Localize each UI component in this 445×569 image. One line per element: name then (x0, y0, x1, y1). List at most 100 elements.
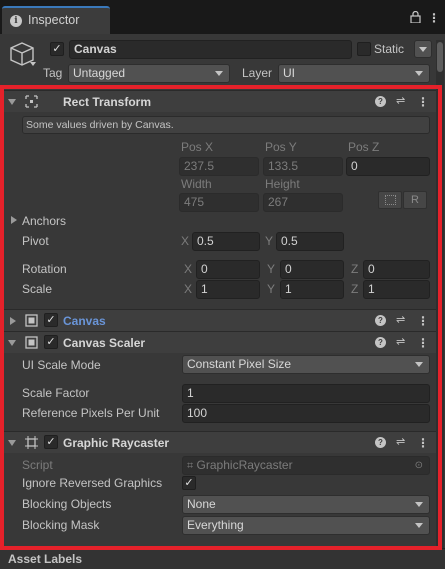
scrollbar-track[interactable] (436, 40, 444, 548)
rect-transform-title: Rect Transform (63, 95, 152, 109)
canvas-enabled-checkbox[interactable]: ✓ (44, 313, 58, 327)
layer-dropdown[interactable]: UI (278, 64, 430, 83)
blocking-mask-dropdown[interactable]: Everything (182, 516, 430, 535)
component-menu-icon[interactable]: ⋮ (417, 315, 429, 327)
scale-y-field[interactable]: 1 (280, 280, 344, 299)
ignore-reversed-label: Ignore Reversed Graphics (22, 476, 163, 490)
pos-z-field[interactable]: 0 (346, 157, 430, 176)
canvas-scaler-header[interactable]: ✓ Canvas Scaler ? ⇌ ⋮ (3, 331, 436, 353)
tag-label: Tag (43, 66, 63, 80)
component-menu-icon[interactable]: ⋮ (417, 437, 429, 449)
tag-dropdown[interactable]: Untagged (68, 64, 230, 83)
pivot-y-label: Y (265, 234, 274, 248)
scale-z-field[interactable]: 1 (363, 280, 430, 299)
ui-scale-mode-dropdown[interactable]: Constant Pixel Size (182, 355, 430, 374)
layer-label: Layer (242, 66, 273, 80)
presets-icon[interactable]: ⇌ (396, 94, 405, 107)
gameobject-name-input[interactable]: Canvas (69, 40, 352, 59)
info-icon: i (10, 15, 22, 27)
blueprint-icon (385, 195, 396, 205)
canvas-component-icon (25, 314, 38, 327)
blocking-objects-dropdown[interactable]: None (182, 495, 430, 514)
blueprint-mode-button[interactable] (378, 191, 402, 209)
blocking-mask-value: Everything (187, 518, 244, 532)
anchors-label[interactable]: Anchors (22, 214, 66, 228)
info-message-box: Some values driven by Canvas. (22, 116, 430, 134)
scrollbar-thumb[interactable] (437, 42, 443, 72)
component-menu-icon[interactable]: ⋮ (417, 96, 429, 108)
scale-factor-field[interactable]: 1 (182, 384, 430, 403)
script-value: GraphicRaycaster (196, 458, 293, 472)
pos-y-field: 133.5 (263, 157, 343, 176)
foldout-arrow-icon[interactable] (8, 440, 16, 446)
rect-transform-icon (25, 95, 38, 108)
ref-ppu-field[interactable]: 100 (182, 404, 430, 423)
blocking-mask-label: Blocking Mask (22, 518, 100, 532)
window-menu-icon[interactable]: ⋮ (428, 12, 440, 24)
static-label: Static (374, 42, 405, 56)
raw-edit-button[interactable]: R (403, 191, 427, 209)
scale-z-label: Z (351, 282, 359, 296)
blocking-objects-value: None (187, 497, 216, 511)
static-checkbox[interactable] (357, 42, 371, 56)
width-field: 475 (179, 193, 259, 212)
rotation-x-field[interactable]: 0 (196, 260, 260, 279)
tab-title: Inspector (28, 13, 80, 27)
rotation-z-label: Z (351, 262, 359, 276)
object-picker-icon: ⊙ (414, 460, 423, 471)
scale-x-label: X (184, 282, 193, 296)
graphic-raycaster-header[interactable]: ✓ Graphic Raycaster ? ⇌ ⋮ (3, 431, 436, 453)
help-icon[interactable]: ? (375, 96, 386, 107)
graphic-raycaster-enabled-checkbox[interactable]: ✓ (44, 435, 58, 449)
asset-labels-title: Asset Labels (8, 552, 83, 566)
pivot-x-field[interactable]: 0.5 (192, 232, 260, 251)
pivot-label: Pivot (22, 234, 49, 248)
ignore-reversed-checkbox[interactable]: ✓ (182, 476, 196, 490)
canvas-title: Canvas (63, 314, 106, 328)
pivot-y-field[interactable]: 0.5 (276, 232, 344, 251)
script-file-icon: ⌗ (187, 460, 194, 472)
lock-icon[interactable] (410, 11, 421, 23)
help-icon[interactable]: ? (375, 337, 386, 348)
info-message: Some values driven by Canvas. (26, 119, 174, 131)
pivot-x-label: X (181, 234, 190, 248)
graphic-raycaster-icon (25, 436, 38, 449)
script-label: Script (22, 458, 53, 472)
rotation-y-field[interactable]: 0 (280, 260, 344, 279)
canvas-scaler-enabled-checkbox[interactable]: ✓ (44, 335, 58, 349)
pos-z-label: Pos Z (348, 140, 380, 154)
height-label: Height (265, 177, 300, 191)
tag-value: Untagged (73, 66, 126, 80)
rotation-z-field[interactable]: 0 (363, 260, 430, 279)
foldout-arrow-icon[interactable] (10, 317, 16, 325)
tab-inspector[interactable]: i Inspector (2, 6, 110, 34)
anchors-foldout-icon[interactable] (11, 216, 17, 224)
component-menu-icon[interactable]: ⋮ (417, 337, 429, 349)
canvas-header[interactable]: ✓ Canvas ? ⇌ ⋮ (3, 309, 436, 331)
ref-ppu-label: Reference Pixels Per Unit (22, 406, 160, 420)
foldout-arrow-icon[interactable] (8, 99, 16, 105)
pos-x-label: Pos X (181, 140, 214, 154)
foldout-arrow-icon[interactable] (8, 340, 16, 346)
active-checkbox[interactable]: ✓ (50, 42, 64, 56)
canvas-scaler-title: Canvas Scaler (63, 336, 146, 350)
scale-y-label: Y (267, 282, 276, 296)
presets-icon[interactable]: ⇌ (396, 435, 405, 448)
presets-icon[interactable]: ⇌ (396, 313, 405, 326)
help-icon[interactable]: ? (375, 315, 386, 326)
pos-x-field: 237.5 (179, 157, 259, 176)
blocking-objects-label: Blocking Objects (22, 497, 112, 511)
scale-factor-label: Scale Factor (22, 386, 90, 400)
rotation-y-label: Y (267, 262, 276, 276)
layer-value: UI (283, 66, 295, 80)
rect-transform-header[interactable]: Rect Transform ? ⇌ ⋮ (3, 90, 436, 112)
script-field: ⌗ GraphicRaycaster ⊙ (182, 456, 430, 475)
static-dropdown[interactable] (414, 40, 432, 58)
scale-x-field[interactable]: 1 (196, 280, 260, 299)
icon-dropdown-icon[interactable] (30, 62, 36, 66)
help-icon[interactable]: ? (375, 437, 386, 448)
ui-scale-mode-label: UI Scale Mode (22, 358, 101, 372)
width-label: Width (181, 177, 212, 191)
presets-icon[interactable]: ⇌ (396, 335, 405, 348)
asset-labels-bar[interactable]: Asset Labels (0, 548, 445, 569)
